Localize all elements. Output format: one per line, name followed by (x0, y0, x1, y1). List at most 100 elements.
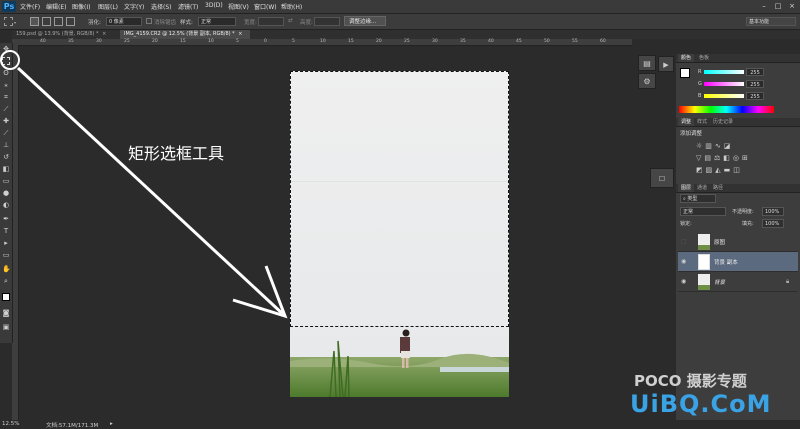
curves-icon: ∿ (714, 142, 724, 150)
tab-swatches[interactable]: 色板 (696, 54, 712, 62)
adjustment-icons[interactable]: ☼▥∿◪ ▽▤⚖◧◎⊞ ◩▨◭▬◫ (696, 140, 756, 180)
menu-edit[interactable]: 编辑(E) (46, 2, 66, 11)
height-input[interactable] (314, 17, 340, 26)
menu-help[interactable]: 帮助(H) (281, 2, 302, 11)
tab-layers[interactable]: 图层 (678, 184, 695, 192)
fill-input[interactable]: 100% (762, 219, 784, 228)
new-selection-icon[interactable] (30, 17, 39, 26)
subtract-selection-icon[interactable] (54, 17, 63, 26)
ruler-tick-label: 30 (432, 39, 438, 44)
layer-filter-select[interactable]: ⌕ 类型 (680, 194, 716, 203)
play-icon[interactable]: ▶ (658, 56, 674, 72)
status-menu-icon[interactable]: ▸ (110, 421, 113, 427)
channel-r-slider[interactable] (704, 70, 744, 74)
photoshop-logo: Ps (2, 1, 16, 12)
feather-label: 羽化: (88, 20, 101, 26)
tab-close-icon[interactable]: × (102, 31, 106, 37)
add-adjustment-title: 添加调整 (680, 131, 703, 137)
tab-doc-2[interactable]: IMG_4159.CR2 @ 12.5% (背景 副本, RGB/8) * × (120, 30, 250, 39)
eye-icon[interactable]: ◉ (681, 278, 686, 285)
channel-r-label: R (698, 69, 702, 75)
history-panel-icon[interactable]: ▤ (638, 55, 656, 71)
layers-panel-tabs: 图层 通道 路径 (676, 184, 800, 193)
document-tabs: 159.psd @ 13.9% (背景, RGB/8) * × IMG_4159… (12, 30, 800, 39)
adjust-panel-tabs: 调整 样式 历史记录 (676, 118, 800, 127)
channel-b-value[interactable]: 255 (746, 92, 764, 100)
watermark-line-2: UiBQ.CoM (630, 390, 772, 418)
feather-input[interactable]: 0 像素 (106, 17, 142, 26)
refine-edge-button[interactable]: 调整边缘... (344, 16, 386, 26)
layer-name: 背景 副本 (714, 260, 738, 266)
brightness-icon: ☼ (696, 142, 706, 150)
photo-filter-icon: ◎ (732, 154, 743, 162)
opacity-label: 不透明度: (732, 209, 754, 215)
layer-row[interactable]: □ 原图 (678, 232, 798, 252)
threshold-icon: ◭ (715, 166, 724, 174)
visibility-icon[interactable]: □ (681, 238, 687, 245)
intersect-selection-icon[interactable] (66, 17, 75, 26)
tab-color[interactable]: 颜色 (678, 54, 695, 62)
antialias-label: 消除锯齿 (154, 20, 177, 26)
marquee-preset-icon[interactable] (4, 17, 13, 26)
options-bar: ▾ 羽化: 0 像素 消除锯齿 样式: 正常 宽度: ⇄ 高度: 调整边缘...… (0, 14, 800, 30)
workspace-select[interactable]: 基本功能 (746, 17, 796, 26)
properties-panel-icon[interactable]: ⚙ (638, 73, 656, 89)
menu-filter[interactable]: 滤镜(T) (178, 2, 198, 11)
menu-window[interactable]: 窗口(W) (254, 2, 277, 11)
posterize-icon: ▨ (705, 166, 716, 174)
lock-icon: 🔒︎ (786, 278, 790, 285)
tab-doc-1-title: 159.psd @ 13.9% (背景, RGB/8) * (16, 31, 99, 37)
collapsed-panel-dock: ▤ ⚙ (638, 55, 658, 95)
menu-select[interactable]: 选择(S) (151, 2, 172, 11)
tab-adjustments[interactable]: 调整 (678, 118, 695, 126)
close-window-button[interactable]: × (786, 1, 798, 11)
maximize-button[interactable]: □ (772, 1, 784, 11)
layer-row-selected[interactable]: ◉ 背景 副本 (678, 252, 798, 272)
tab-paths[interactable]: 路径 (710, 184, 726, 192)
ruler-tick-label: 40 (488, 39, 494, 44)
channel-b-slider[interactable] (704, 94, 744, 98)
actions-panel-icon[interactable]: ☐ (650, 168, 674, 188)
layer-name: 背景 (714, 280, 726, 286)
balance-icon: ⚖ (714, 154, 724, 162)
menu-type[interactable]: 文字(Y) (124, 2, 144, 11)
minimize-button[interactable]: – (758, 1, 770, 11)
color-spectrum[interactable] (679, 106, 774, 113)
style-select[interactable]: 正常 (198, 17, 236, 26)
menu-view[interactable]: 视图(V) (228, 2, 249, 11)
menu-image[interactable]: 图像(I) (72, 2, 90, 11)
tab-doc-1[interactable]: 159.psd @ 13.9% (背景, RGB/8) * × (12, 30, 120, 39)
ruler-tick-label: 45 (516, 39, 522, 44)
tab-channels[interactable]: 通道 (694, 184, 710, 192)
antialias-checkbox[interactable] (146, 18, 152, 24)
menu-file[interactable]: 文件(F) (20, 2, 40, 11)
document-size[interactable]: 文档:57.1M/171.3M (46, 421, 98, 429)
width-input[interactable] (258, 17, 284, 26)
chevron-down-icon[interactable]: ▾ (14, 20, 16, 25)
selection-marquee (290, 71, 509, 327)
opacity-input[interactable]: 100% (762, 207, 784, 216)
swap-icon[interactable]: ⇄ (288, 18, 293, 24)
channel-g-value[interactable]: 255 (746, 80, 764, 88)
menu-3d[interactable]: 3D(D) (205, 2, 223, 9)
height-label: 高度: (300, 20, 313, 26)
menu-layer[interactable]: 图层(L) (98, 2, 118, 11)
eye-icon[interactable]: ◉ (681, 258, 686, 265)
add-selection-icon[interactable] (42, 17, 51, 26)
blend-mode-select[interactable]: 正常 (680, 207, 726, 216)
layer-row[interactable]: ◉ 背景 🔒︎ (678, 272, 798, 292)
layer-thumbnail (698, 234, 710, 250)
tab-history[interactable]: 历史记录 (710, 118, 736, 126)
layer-filter-label: 类型 (687, 196, 698, 202)
zoom-level[interactable]: 12.5% (2, 421, 19, 427)
tab-styles[interactable]: 样式 (694, 118, 710, 126)
mixer-icon: ⊞ (742, 154, 751, 162)
ruler-tick-label: 55 (572, 39, 578, 44)
channel-g-slider[interactable] (704, 82, 744, 86)
tab-close-icon[interactable]: × (238, 31, 242, 37)
status-bar: 12.5% 文档:57.1M/171.3M ▸ (0, 420, 800, 429)
annotation-arrow (0, 50, 288, 319)
color-fg-swatch[interactable] (680, 68, 690, 78)
channel-r-value[interactable]: 255 (746, 68, 764, 76)
bw-icon: ◧ (723, 154, 733, 162)
